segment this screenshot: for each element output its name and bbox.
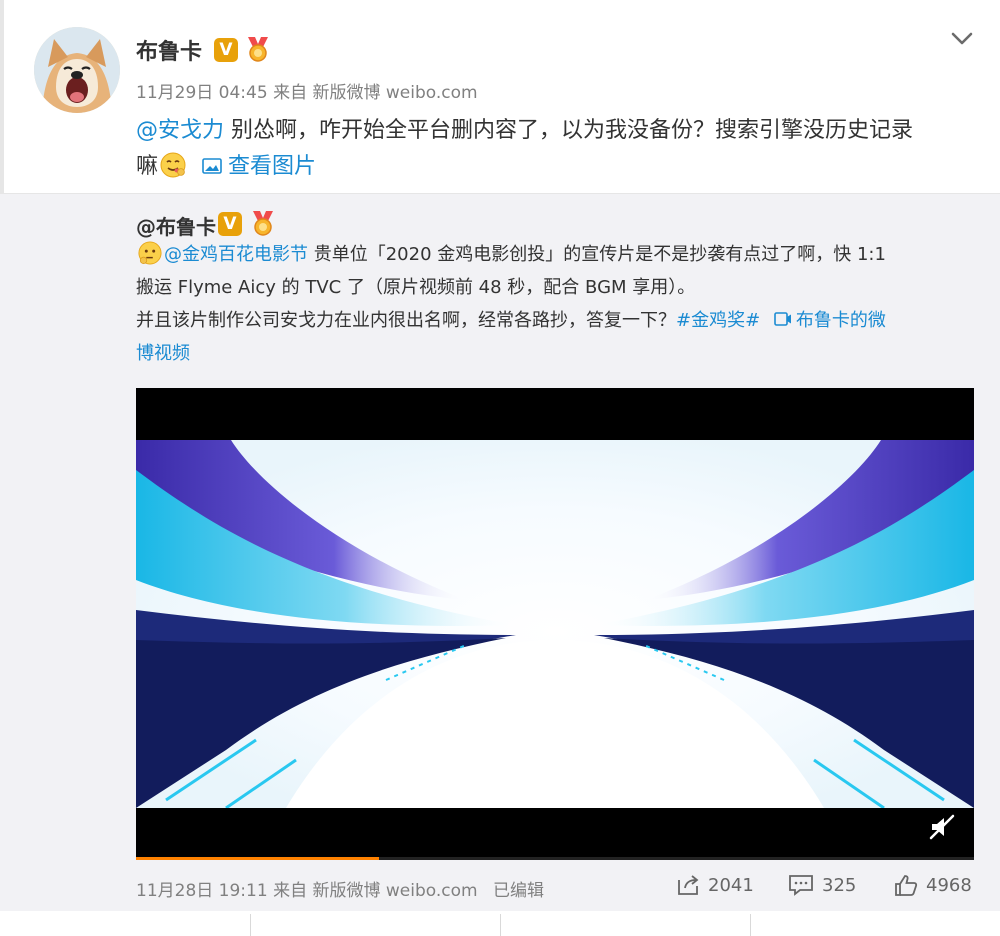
repost-source[interactable]: 新版微博 weibo.com [312,881,477,901]
repost-panel: @布鲁卡 V @金鸡百花电影节 贵单位「2020 金鸡电影创投」的宣传片是不是抄… [0,193,1000,911]
edited-label[interactable]: 已编辑 [493,881,544,901]
video-icon [774,312,791,326]
author-avatar[interactable] [34,27,120,113]
yummy-face-emoji [160,152,186,178]
weibo-video-link-label-1: 布鲁卡的微 [795,310,886,331]
action-divider [500,914,501,936]
repost-text-line1: 贵单位「2020 金鸡电影创投」的宣传片是不是抄袭有点过了啊，快 1:1 [308,244,886,265]
post-meta: 11月29日 04:45 来自 新版微博 weibo.com [136,78,478,103]
repost-button[interactable]: 2041 [676,874,754,896]
post-content: @安戈力 别怂啊，咋开始全平台删内容了，以为我没备份？搜索引擎没历史记录 嘛 查… [136,113,976,185]
chevron-down-icon[interactable] [948,28,976,50]
repost-text-line2: 搬运 Flyme Aicy 的 TVC 了（原片视频前 48 秒，配合 BGM … [136,277,696,298]
hashtag-link[interactable]: #金鸡奖# [676,310,760,331]
thinking-face-emoji [138,241,162,265]
post-text-line1: 别怂啊，咋开始全平台删内容了，以为我没备份？搜索引擎没历史记录 [224,118,914,143]
video-frame-image [136,440,974,808]
post-text-line2: 嘛 [136,154,159,179]
comment-icon [789,875,813,896]
like-button[interactable]: 4968 [894,874,972,896]
view-pictures-link[interactable]: 查看图片 [202,154,316,179]
picture-icon [202,158,222,174]
repost-author-name[interactable]: @布鲁卡 [136,211,216,240]
post-action-bar [0,911,1000,936]
repost-meta: 11月28日 19:11 来自 新版微博 weibo.com 已编辑 [136,876,544,901]
repost-source-prefix: 来自 [273,881,308,901]
comment-count: 325 [822,874,857,896]
repost-mention-link[interactable]: @金鸡百花电影节 [164,244,308,265]
video-progress-bar[interactable] [136,857,974,860]
weibo-video-link-label-2[interactable]: 博视频 [136,343,190,364]
repost-verified-v-icon: V [218,212,242,236]
post-source[interactable]: 新版微博 weibo.com [312,83,477,103]
weibo-post-card: 布鲁卡 V 11月29日 04:45 来自 新版微博 weibo.com @安戈… [0,0,1000,936]
post-timestamp[interactable]: 11月29日 04:45 [136,83,268,103]
view-pictures-label: 查看图片 [228,154,317,179]
action-divider [250,914,251,936]
shiba-dog-avatar [34,27,120,113]
verified-v-icon: V [214,38,238,62]
mention-link[interactable]: @安戈力 [136,118,224,143]
comment-button[interactable]: 325 [788,874,856,896]
video-progress-fill [136,857,380,860]
source-prefix: 来自 [273,83,308,103]
muted-speaker-icon[interactable] [927,812,957,842]
share-icon [678,875,699,895]
thumbs-up-icon [895,875,918,896]
video-player[interactable] [136,388,974,860]
fan-medal-icon[interactable] [245,35,271,63]
repost-count: 2041 [708,874,754,896]
repost-timestamp[interactable]: 11月28日 19:11 [136,881,268,901]
weibo-video-link[interactable]: 布鲁卡的微 [766,310,886,331]
like-count: 4968 [926,874,972,896]
repost-fan-medal-icon[interactable] [250,209,276,237]
author-name[interactable]: 布鲁卡 [136,34,202,66]
repost-text-line3: 并且该片制作公司安戈力在业内很出名啊，经常各路抄，答复一下？ [136,310,676,331]
action-divider [750,914,751,936]
repost-content: @金鸡百花电影节 贵单位「2020 金鸡电影创投」的宣传片是不是抄袭有点过了啊，… [136,238,976,370]
